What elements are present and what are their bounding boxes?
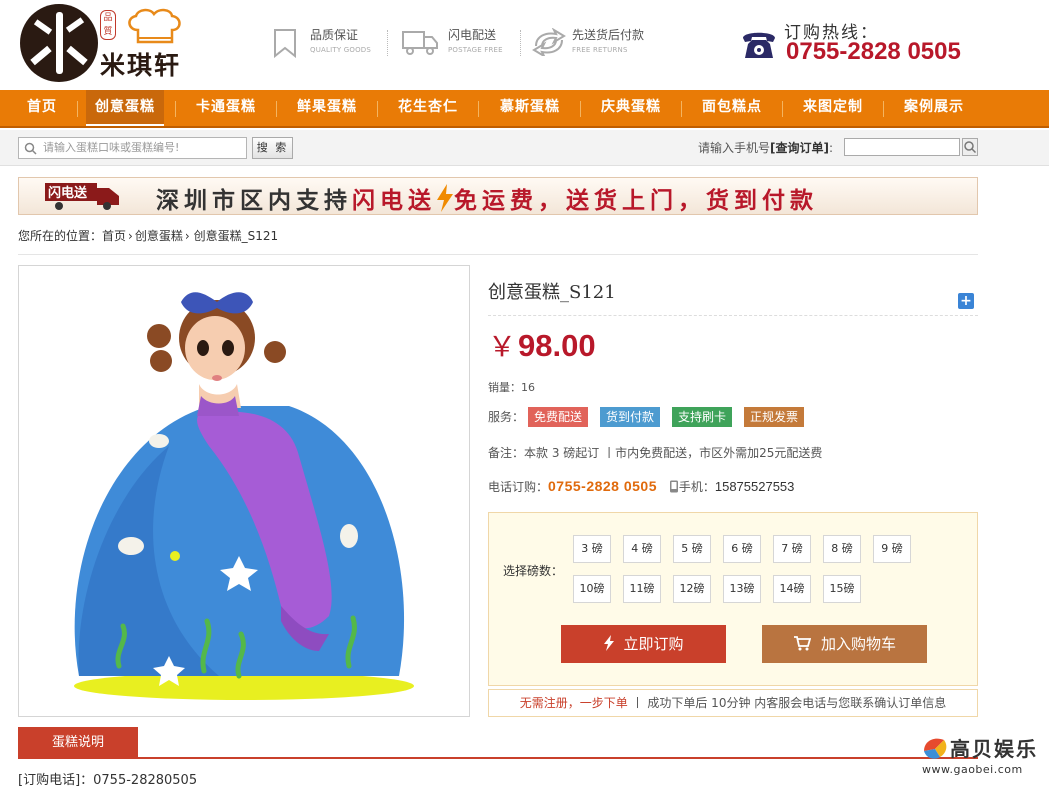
feature-title: 闪电配送 <box>448 28 497 42</box>
weight-option[interactable]: 12磅 <box>673 575 711 603</box>
add-to-cart-button[interactable]: 加入购物车 <box>762 625 927 663</box>
product-image[interactable] <box>18 265 470 717</box>
product-title: 创意蛋糕_S121 <box>488 282 616 303</box>
service-tag: 正规发票 <box>744 407 805 427</box>
weight-option[interactable]: 14磅 <box>773 575 811 603</box>
feature-quality: 品质保证 QUALITY GOODS <box>272 26 382 60</box>
order-query-link[interactable]: [查询订单] <box>770 141 829 155</box>
search-icon <box>964 141 977 154</box>
phone-order: 电话订购：0755-2828 0505 手机：15875527553 <box>488 478 795 494</box>
cart-icon <box>793 636 812 651</box>
breadcrumb-home[interactable]: 首页 <box>102 229 126 243</box>
feature-title: 先送货后付款 <box>572 28 645 42</box>
logo-mark <box>20 4 98 82</box>
hotline-number: 0755-2828 0505 <box>786 38 961 65</box>
weight-option[interactable]: 9 磅 <box>873 535 911 563</box>
breadcrumb-current: 创意蛋糕_S121 <box>193 229 279 243</box>
purchase-box: 选择磅数： 3 磅 4 磅 5 磅 6 磅 7 磅 8 磅 9 磅 10磅 11… <box>488 512 978 686</box>
breadcrumb-category[interactable]: 创意蛋糕 <box>135 229 183 243</box>
nav-item-home[interactable]: 首页 <box>13 90 71 126</box>
search-bar: 请输入蛋糕口味或蛋糕编号! 搜 索 请输入手机号[查询订单]: <box>0 130 1049 166</box>
nav-item-cartoon-cake[interactable]: 卡通蛋糕 <box>186 90 266 126</box>
nav-item-bread-pastry[interactable]: 面包糕点 <box>692 90 772 126</box>
bookmark-icon <box>274 29 296 58</box>
search-button[interactable]: 搜 索 <box>252 137 293 159</box>
feature-subtitle: POSTAGE FREE <box>448 46 503 54</box>
weight-option[interactable]: 15磅 <box>823 575 861 603</box>
return-icon <box>532 28 566 56</box>
nav-item-mousse-cake[interactable]: 慕斯蛋糕 <box>490 90 570 126</box>
buy-now-button[interactable]: 立即订购 <box>561 625 726 663</box>
order-query-label: 请输入手机号[查询订单]: <box>698 141 834 155</box>
nav-item-fruit-cake[interactable]: 鲜果蛋糕 <box>287 90 367 126</box>
sales-count: 销量：16 <box>488 381 535 394</box>
lightning-icon <box>604 635 615 651</box>
nav-item-peanut-almond[interactable]: 花生杏仁 <box>388 90 468 126</box>
feature-cod: 先送货后付款 FREE RETURNS <box>532 26 672 60</box>
weight-option[interactable]: 3 磅 <box>573 535 611 563</box>
svg-text:闪电送: 闪电送 <box>48 185 88 201</box>
site-header: 品質 米琪轩 品质保证 QUALITY GOODS 闪电配送 POSTAGE F… <box>0 0 1049 90</box>
phone-number: 0755-2828 0505 <box>548 478 658 494</box>
product-price: ￥98.00 <box>488 328 596 363</box>
nav-item-creative-cake[interactable]: 创意蛋糕 <box>86 90 164 126</box>
service-tag: 免费配送 <box>528 407 589 427</box>
weight-option[interactable]: 7 磅 <box>773 535 811 563</box>
weight-option[interactable]: 5 磅 <box>673 535 711 563</box>
weight-option[interactable]: 8 磅 <box>823 535 861 563</box>
nav-item-celebration-cake[interactable]: 庆典蛋糕 <box>591 90 671 126</box>
share-plus-icon[interactable]: + <box>958 293 974 309</box>
breadcrumb: 您所在的位置：首页 › 创意蛋糕 › 创意蛋糕_S121 <box>18 229 279 243</box>
weight-option[interactable]: 10磅 <box>573 575 611 603</box>
feature-subtitle: QUALITY GOODS <box>310 46 372 54</box>
mobile-icon <box>669 480 678 493</box>
service-tag: 货到付款 <box>600 407 661 427</box>
page: 品質 米琪轩 品质保证 QUALITY GOODS 闪电配送 POSTAGE F… <box>0 0 1049 794</box>
cake-illustration <box>74 292 414 700</box>
watermark: 高贝娱乐 www.gaobei.com <box>922 737 1038 776</box>
phone-query-input[interactable] <box>844 138 960 156</box>
chef-hat-icon <box>128 8 181 44</box>
truck-icon <box>402 31 438 55</box>
weight-label: 选择磅数： <box>503 564 564 578</box>
weight-option[interactable]: 11磅 <box>623 575 661 603</box>
feature-title: 品质保证 <box>310 28 359 42</box>
description-text: [订购电话]：0755-28280505 <box>18 773 198 788</box>
services: 服务： 免费配送 货到付款 支持刷卡 正规发票 <box>488 407 805 428</box>
search-input[interactable]: 请输入蛋糕口味或蛋糕编号! <box>18 137 247 159</box>
main-nav: 首页 创意蛋糕 卡通蛋糕 鲜果蛋糕 花生杏仁 慕斯蛋糕 庆典蛋糕 面包糕点 来图… <box>0 90 1049 128</box>
weight-option[interactable]: 13磅 <box>723 575 761 603</box>
feature-subtitle: FREE RETURNS <box>572 46 628 54</box>
telephone-icon <box>743 32 775 58</box>
delivery-banner[interactable]: 闪电送 深圳市区内支持闪电送 免运费，送货上门，货到付款 <box>18 177 978 215</box>
order-tip: 无需注册，一步下单 丨 成功下单后 10分钟 内客服会电话与您联系确认订单信息 <box>488 689 978 717</box>
order-note: 备注：本款 3 磅起订 丨市内免费配送，市区外需加25元配送费 <box>488 446 823 460</box>
banner-text: 深圳市区内支持闪电送 免运费，送货上门，货到付款 <box>156 181 818 215</box>
logo[interactable]: 品質 米琪轩 <box>20 4 220 84</box>
service-tag: 支持刷卡 <box>672 407 733 427</box>
weight-option[interactable]: 6 磅 <box>723 535 761 563</box>
watermark-logo-icon <box>924 738 947 759</box>
nav-item-cases[interactable]: 案例展示 <box>894 90 974 126</box>
lightning-icon <box>437 184 453 212</box>
search-icon <box>24 142 37 155</box>
logo-seal: 品質 <box>100 10 116 40</box>
feature-delivery: 闪电配送 POSTAGE FREE <box>402 26 512 60</box>
nav-item-custom-photo[interactable]: 来图定制 <box>793 90 873 126</box>
search-placeholder: 请输入蛋糕口味或蛋糕编号! <box>43 141 180 154</box>
order-query-button[interactable] <box>962 138 978 156</box>
weight-option[interactable]: 4 磅 <box>623 535 661 563</box>
mobile-number: 15875527553 <box>714 479 795 494</box>
brand-name: 米琪轩 <box>100 51 182 80</box>
express-truck-icon: 闪电送 <box>45 183 119 210</box>
tab-cake-description[interactable]: 蛋糕说明 <box>18 727 138 758</box>
